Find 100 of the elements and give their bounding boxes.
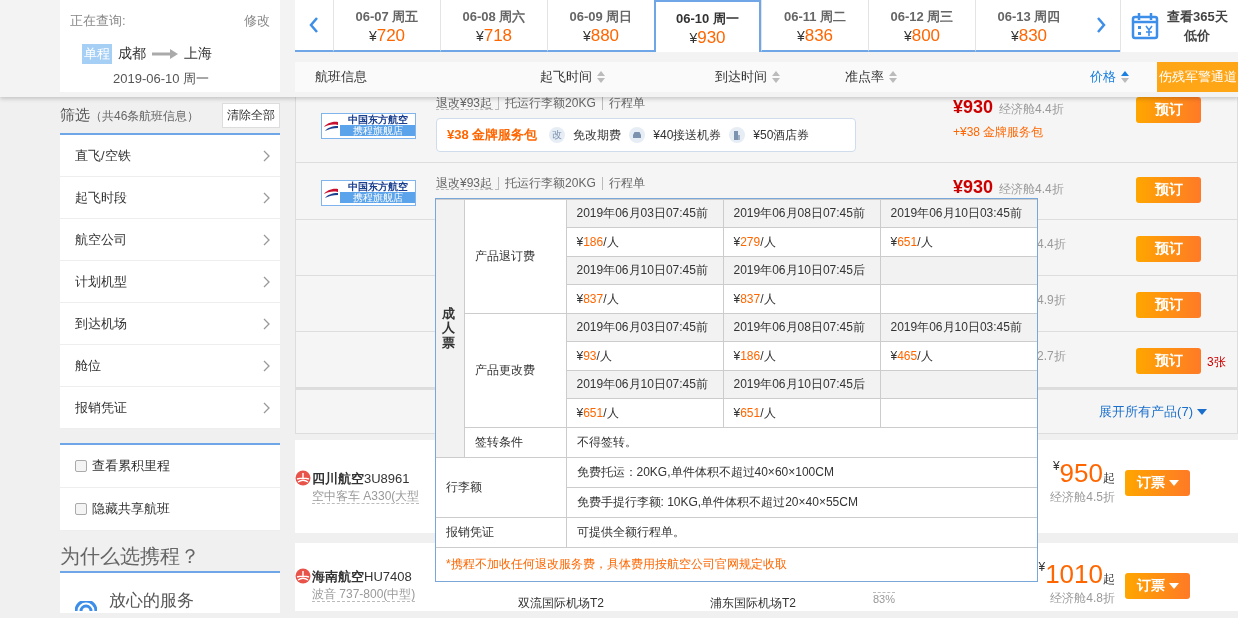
table-cell: 2019年06月08日07:45前 xyxy=(723,199,880,228)
fee-note: *携程不加收任何退改服务费，具体费用按航空公司官网规定收取 xyxy=(436,547,1037,581)
filter-item[interactable]: 到达机场 xyxy=(60,303,280,345)
chevron-left-icon[interactable] xyxy=(309,17,319,33)
table-cell: ¥186/人 xyxy=(566,227,723,257)
date-tab[interactable]: 06-10 周一 ¥930 xyxy=(654,0,761,52)
table-cell: ¥93/人 xyxy=(566,341,723,371)
policy-item: 退改¥93起 xyxy=(436,97,499,110)
checkbox-label: 隐藏共享航班 xyxy=(92,500,170,518)
price: $^{¥}$1010起 xyxy=(1037,559,1115,590)
airport-name: 双流国际机场T2 xyxy=(518,596,604,610)
policy-item: 托运行李额20KG xyxy=(498,177,602,190)
table-cell: ¥837/人 xyxy=(566,284,723,314)
edit-link[interactable]: 修改 xyxy=(244,12,270,30)
filter-item[interactable]: 航空公司 xyxy=(60,219,280,261)
table-cell: ¥651/人 xyxy=(566,398,723,428)
table-cell: 2019年06月10日07:45前 xyxy=(566,370,723,399)
signal-icon xyxy=(75,601,97,611)
checkbox[interactable] xyxy=(75,503,87,515)
caret-down-icon xyxy=(1197,408,1207,415)
calendar-icon xyxy=(1131,12,1159,40)
sort-icon xyxy=(889,71,897,83)
table-cell: 2019年06月10日03:45前 xyxy=(880,199,1037,228)
filter-item[interactable]: 报销凭证 xyxy=(60,387,280,429)
filter-item[interactable]: 舱位 xyxy=(60,345,280,387)
price: ¥930 xyxy=(953,97,994,117)
chevron-right-icon xyxy=(263,233,270,246)
table-cell: 2019年06月10日03:45前 xyxy=(880,313,1037,342)
perk-label: ¥40接送机券 xyxy=(653,126,722,144)
arrow-right-icon xyxy=(152,49,178,59)
aircraft-type: 波音 737-800(中型) xyxy=(312,587,416,602)
aircraft-type: 空中客车 A330(大型 xyxy=(312,489,420,504)
discount-text: 经济舱4.8折 xyxy=(1049,590,1115,607)
sort-header[interactable]: 航班信息 xyxy=(315,68,367,86)
sort-header[interactable]: 准点率 xyxy=(845,68,897,86)
sort-icon xyxy=(772,71,780,83)
policy-item: 行程单 xyxy=(601,97,651,110)
discount-text: 2.7折 xyxy=(1037,349,1066,363)
airport-name: 浦东国际机场T2 xyxy=(710,596,796,610)
caret-down-icon xyxy=(1168,480,1179,486)
seat-count: 3张 xyxy=(1207,354,1227,371)
expand-link[interactable]: 展开所有产品(7) xyxy=(1099,402,1207,421)
price: $^{¥}$950起 xyxy=(1051,458,1115,489)
table-cell: 免费手提行李额: 10KG,单件体积不超过20×40×55CM xyxy=(566,487,1037,518)
calendar-link[interactable]: 查看365天 低价 xyxy=(1167,7,1228,45)
city-name: 上海 xyxy=(184,45,212,63)
caret-down-icon xyxy=(1168,583,1179,589)
filter-title: 筛选 xyxy=(60,105,90,123)
table-cell: 2019年06月10日07:45后 xyxy=(723,370,880,399)
chevron-right-icon xyxy=(263,317,270,330)
ticket-type-label: 成人票 xyxy=(442,307,455,350)
chevron-right-icon xyxy=(263,149,270,162)
discount-text: 经济舱4.4折 xyxy=(999,182,1064,196)
on-time-rate: 83% xyxy=(873,592,896,605)
discount-text: 4.4折 xyxy=(1037,237,1066,251)
price: ¥930 xyxy=(953,177,994,197)
building-icon xyxy=(733,130,742,140)
city-name: 成都 xyxy=(118,45,146,63)
date-tab[interactable]: 06-11 周二 ¥836 xyxy=(761,0,868,52)
search-date: 2019-06-10 周一 xyxy=(113,70,211,88)
fee-label: 行李额 xyxy=(436,457,566,518)
filter-item[interactable]: 直飞/空铁 xyxy=(60,135,280,177)
chevron-right-icon xyxy=(263,275,270,288)
sort-header[interactable]: 价格 xyxy=(1090,68,1129,86)
chevron-right-icon xyxy=(263,401,270,414)
sort-header[interactable]: 到达时间 xyxy=(715,68,780,86)
sort-icon xyxy=(597,71,605,83)
perk-label: 免改期费 xyxy=(573,126,622,144)
fee-label: 签转条件 xyxy=(464,427,566,458)
trip-type-badge: 单程 xyxy=(82,44,112,64)
query-label: 正在查询: xyxy=(70,12,126,30)
date-tab[interactable]: 06-07 周五 ¥720 xyxy=(333,0,440,52)
service-title: 放心的服务 xyxy=(109,591,194,611)
discount-text: 4.9折 xyxy=(1037,293,1066,307)
discount-text: 经济舱4.4折 xyxy=(999,102,1064,116)
perk-label: ¥50酒店券 xyxy=(753,126,810,144)
policy-item: 行程单 xyxy=(601,177,651,190)
table-cell: 2019年06月03日07:45前 xyxy=(566,313,723,342)
table-cell: 2019年06月10日07:45后 xyxy=(723,256,880,285)
flight-title: 四川航空3U8961 xyxy=(312,470,410,488)
date-tab[interactable]: 06-12 周三 ¥800 xyxy=(868,0,975,52)
sort-header[interactable]: 起飞时间 xyxy=(540,68,605,86)
table-cell: 2019年06月08日07:45前 xyxy=(723,313,880,342)
table-cell: 2019年06月10日07:45前 xyxy=(566,256,723,285)
discount-text: 经济舱4.5折 xyxy=(1049,489,1115,506)
table-cell: ¥279/人 xyxy=(723,227,880,257)
package-price: +¥38 金牌服务包 xyxy=(953,124,1045,141)
checkbox-label: 查看累积里程 xyxy=(92,457,170,475)
chevron-right-icon xyxy=(263,191,270,204)
airline-logo: 中国东方航空 携程旗舰店 xyxy=(321,113,416,139)
filter-item[interactable]: 起飞时段 xyxy=(60,177,280,219)
package-title: ¥38 金牌服务包 xyxy=(447,126,538,144)
sort-icon xyxy=(1121,71,1129,83)
chevron-right-icon[interactable] xyxy=(1096,17,1106,33)
clear-all-button[interactable]: 清除全部 xyxy=(222,102,280,128)
flight-title: 海南航空HU7408 xyxy=(312,568,412,586)
filter-item[interactable]: 计划机型 xyxy=(60,261,280,303)
date-tab[interactable]: 06-08 周六 ¥718 xyxy=(440,0,547,52)
checkbox[interactable] xyxy=(75,460,87,472)
chevron-right-icon xyxy=(263,359,270,372)
